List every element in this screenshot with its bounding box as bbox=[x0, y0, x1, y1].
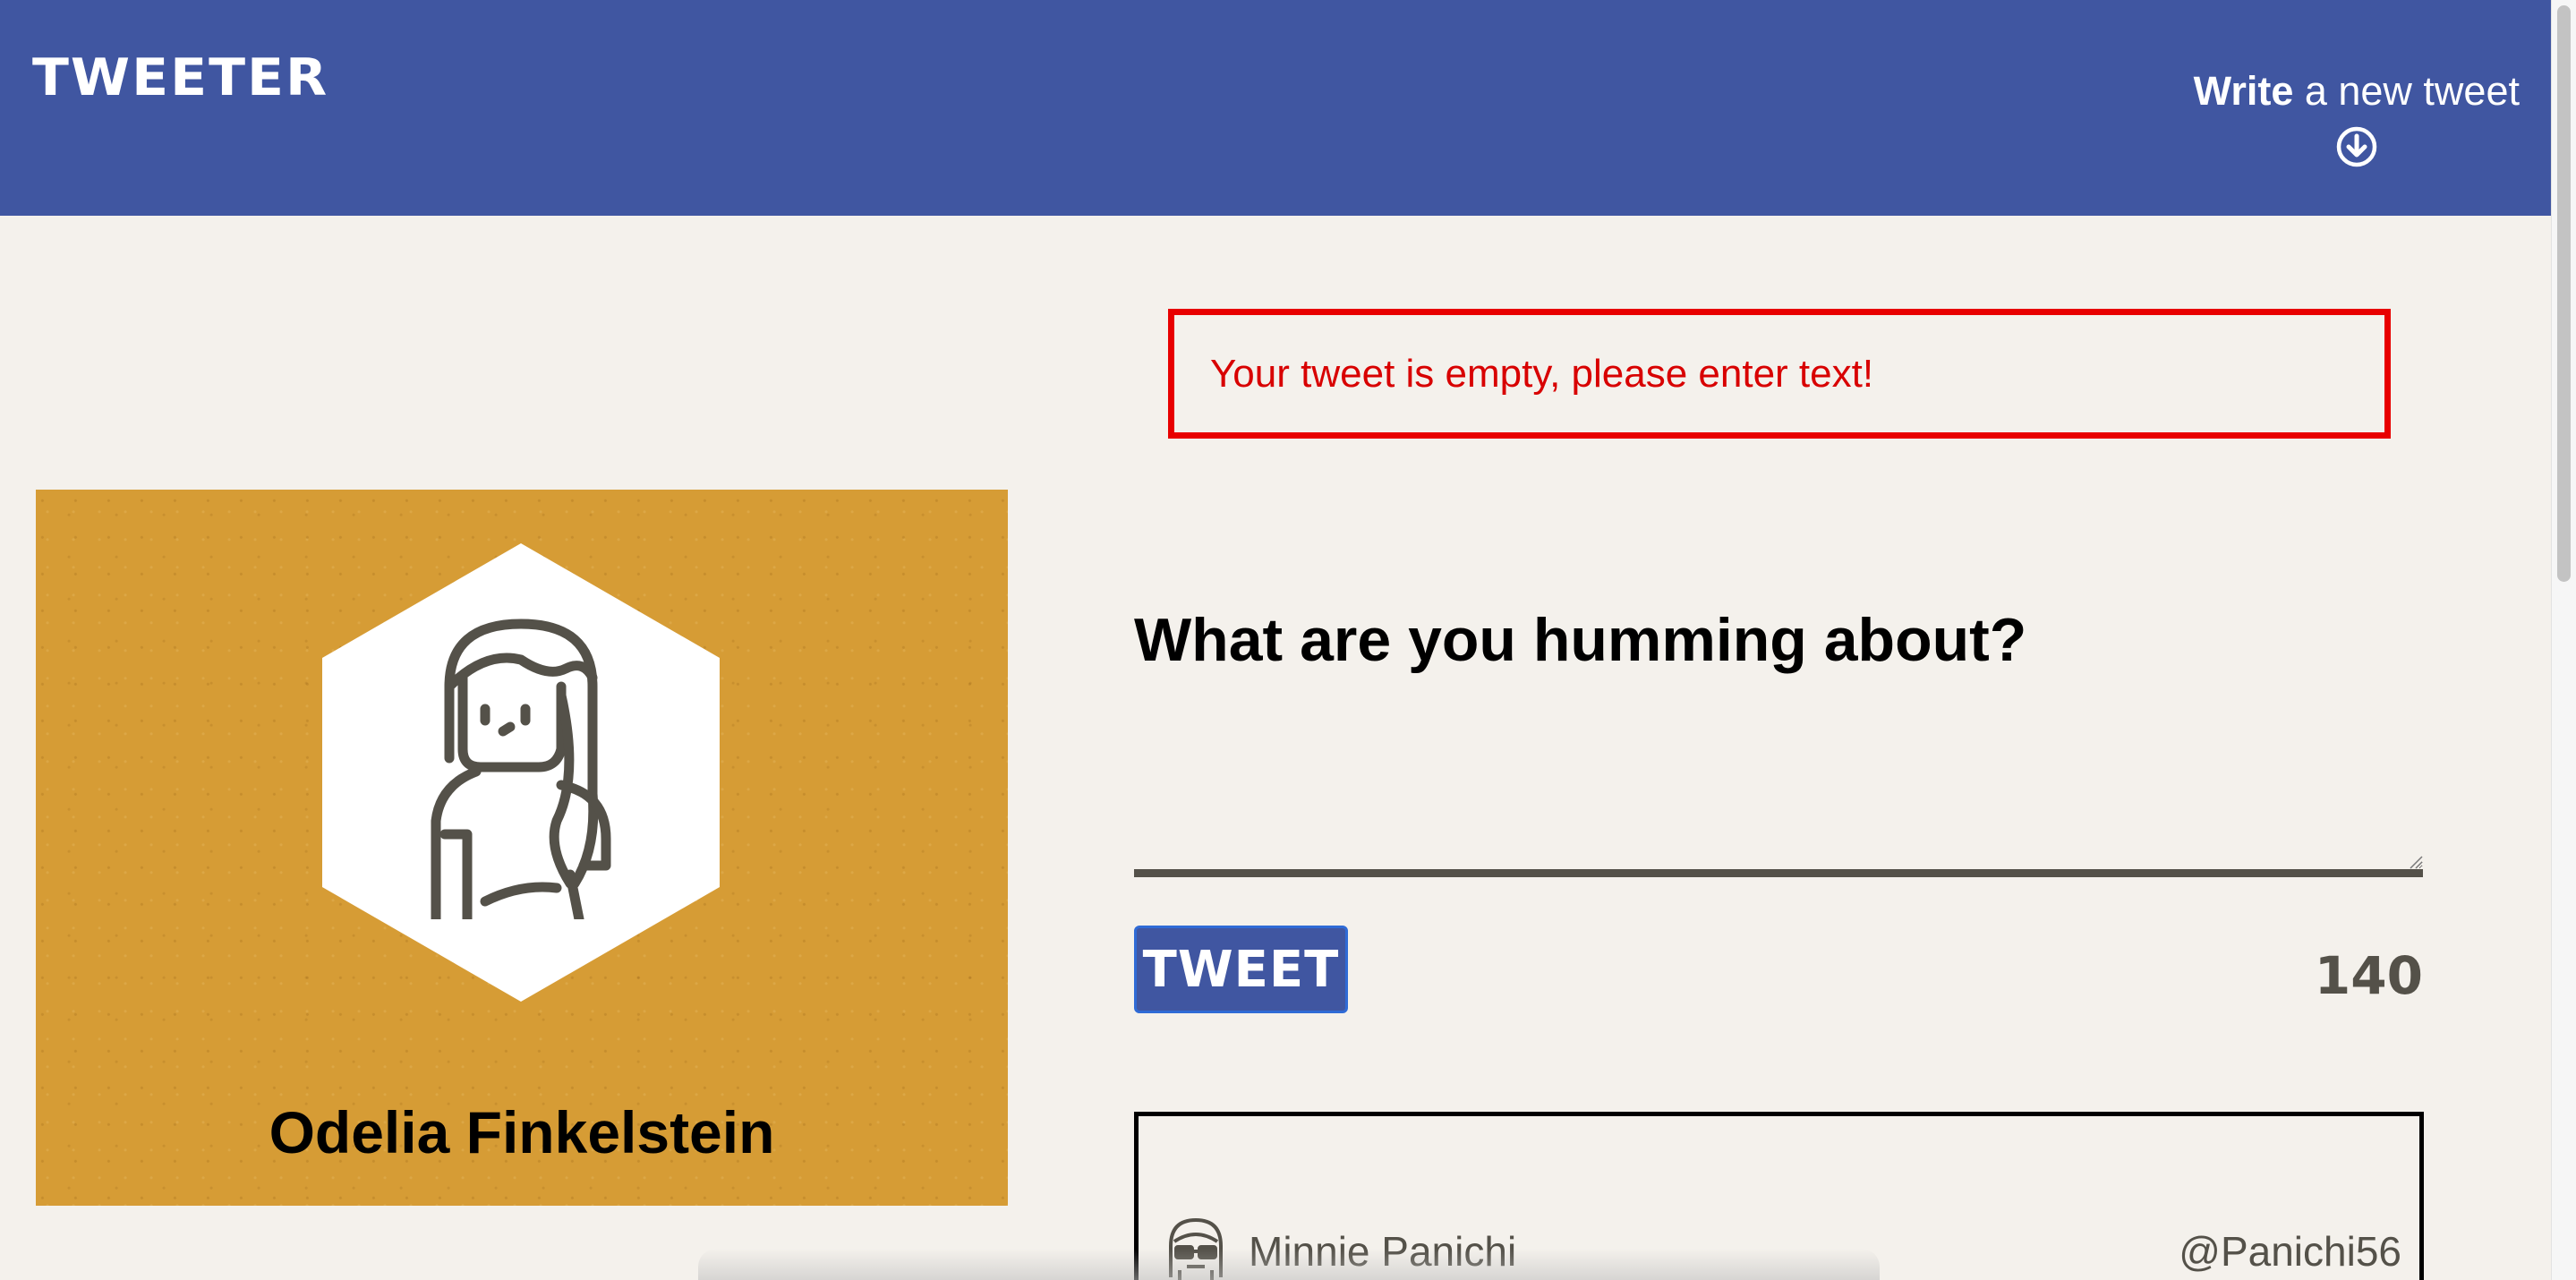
arrow-down-circle-icon[interactable] bbox=[2335, 125, 2378, 168]
profile-avatar-hexagon bbox=[322, 543, 720, 1002]
write-new-tweet-toggle[interactable]: Write a new tweet bbox=[2194, 68, 2520, 173]
write-new-tweet-rest: a new tweet bbox=[2293, 68, 2520, 114]
write-new-tweet-bold: Write bbox=[2193, 68, 2294, 114]
tweet-submit-button[interactable]: TWEET bbox=[1134, 926, 1348, 1013]
error-message-text: Your tweet is empty, please enter text! bbox=[1210, 351, 1874, 396]
female-avatar-icon bbox=[431, 619, 611, 919]
resize-grip-icon[interactable] bbox=[2409, 855, 2423, 869]
brand-logo[interactable]: TWEETER bbox=[32, 48, 328, 108]
tweet-author-handle: @Panichi56 bbox=[2179, 1228, 2401, 1275]
tweet-textarea[interactable] bbox=[1134, 662, 2423, 877]
character-counter: 140 bbox=[2314, 945, 2423, 1006]
scrollbar-thumb[interactable] bbox=[2557, 5, 2571, 582]
vertical-scrollbar[interactable] bbox=[2551, 0, 2576, 1280]
profile-card: Odelia Finkelstein bbox=[36, 490, 1008, 1206]
page: TWEETER Write a new tweet Odelia Finkels… bbox=[0, 0, 2576, 1280]
write-new-tweet-label[interactable]: Write a new tweet bbox=[2194, 68, 2520, 115]
error-message-box: Your tweet is empty, please enter text! bbox=[1168, 309, 2391, 439]
top-navigation-bar: TWEETER Write a new tweet bbox=[0, 0, 2551, 216]
profile-name: Odelia Finkelstein bbox=[269, 1099, 775, 1165]
bottom-shadow bbox=[698, 1249, 1880, 1280]
